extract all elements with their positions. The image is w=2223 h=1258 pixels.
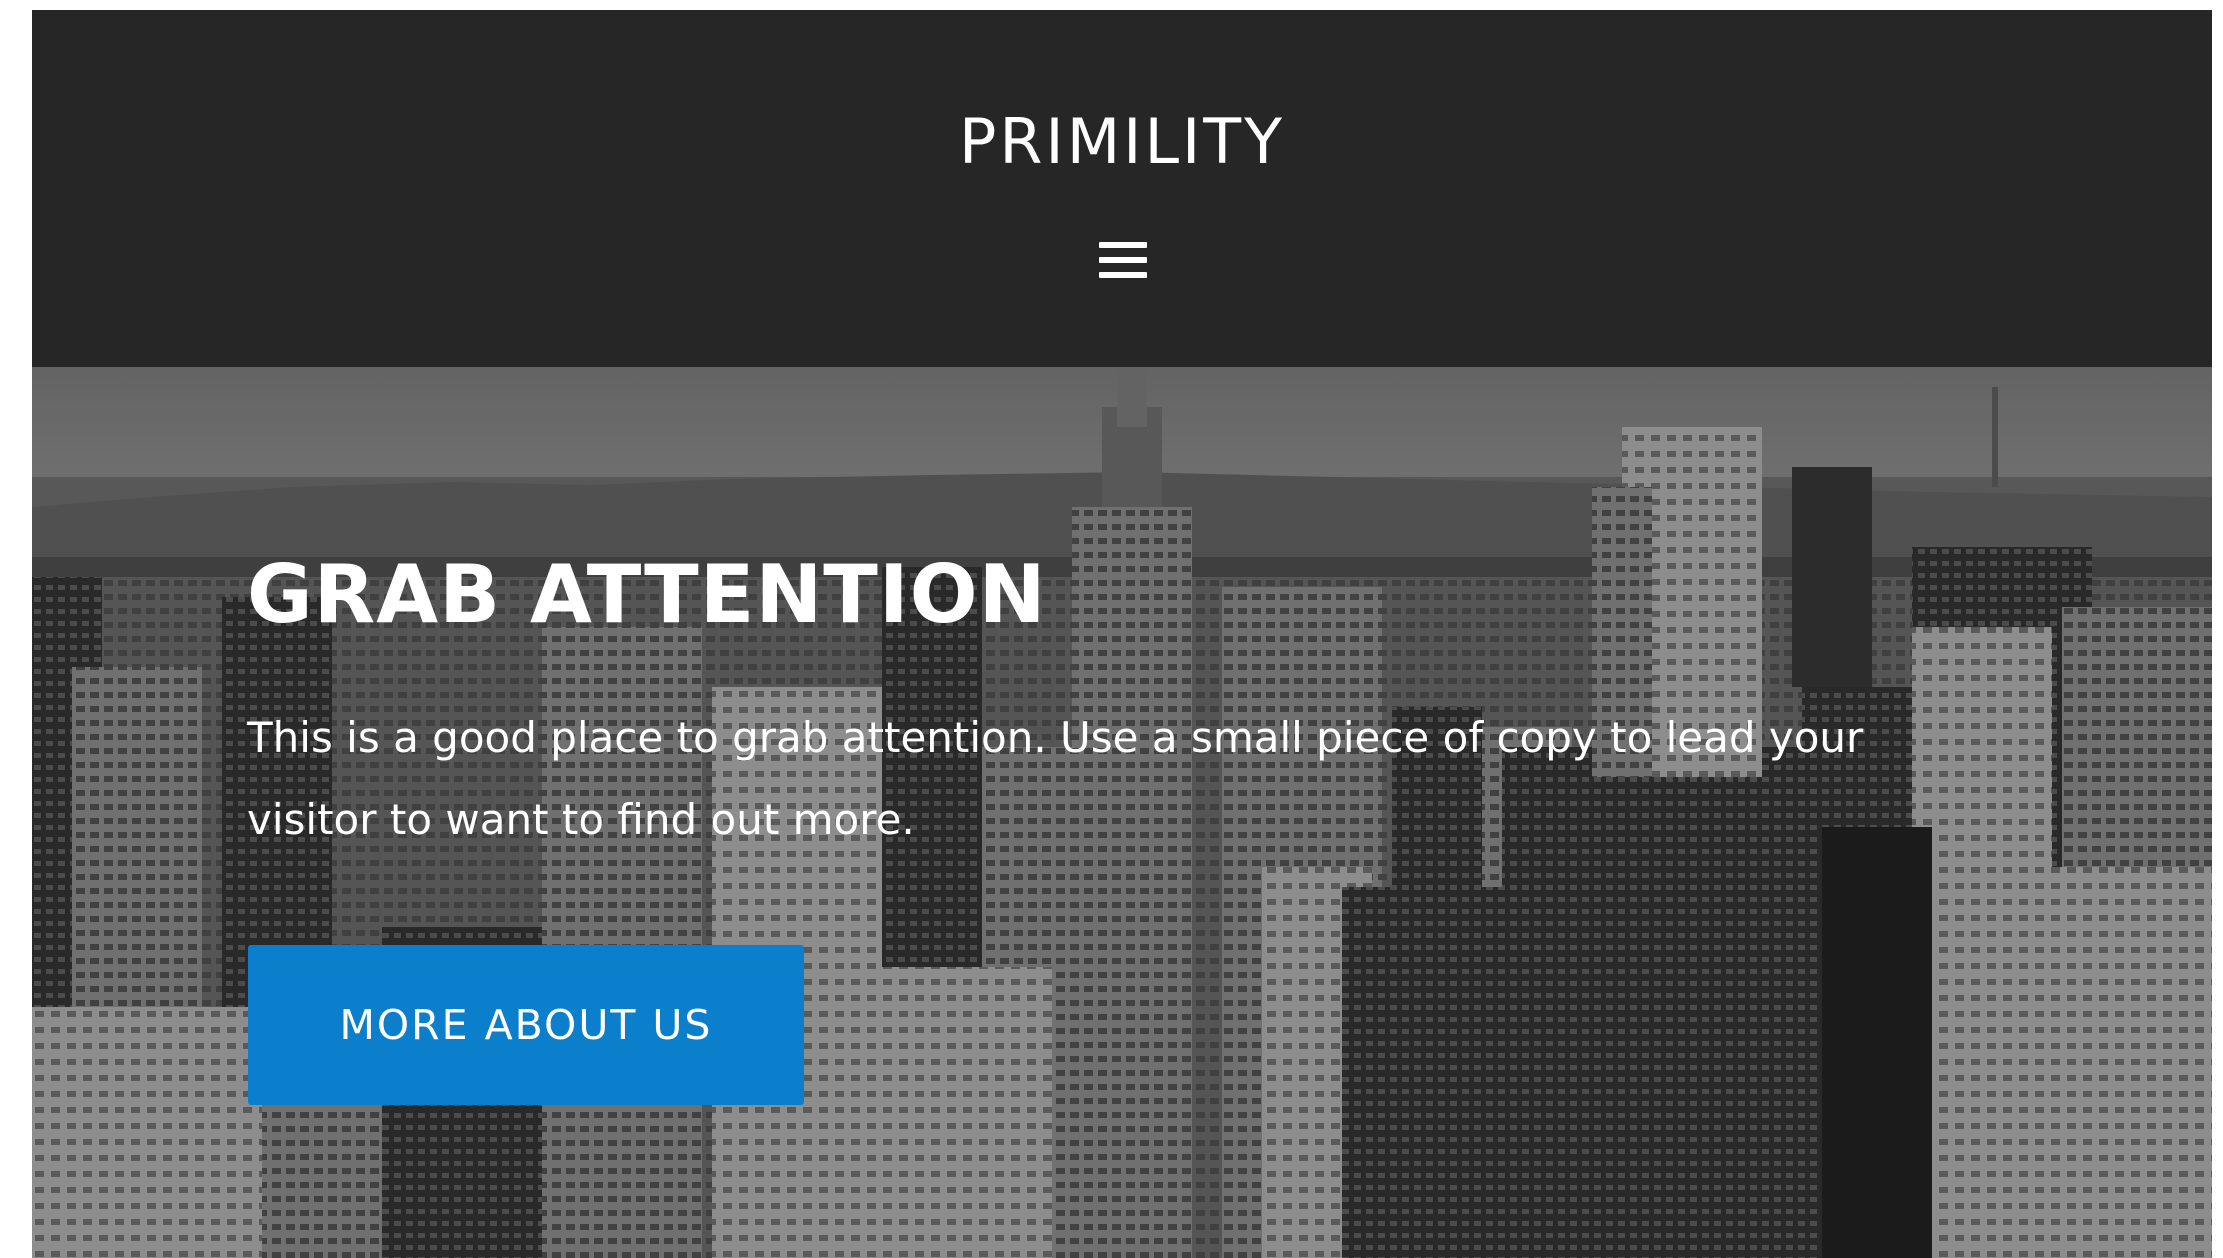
page-frame: PRIMILITY GRAB ATTENTION This is a good …	[32, 10, 2212, 1258]
site-title[interactable]: PRIMILITY	[32, 106, 2212, 178]
hero-copy: This is a good place to grab attention. …	[247, 713, 1864, 844]
hero-heading: GRAB ATTENTION	[247, 548, 1047, 641]
hero-section: GRAB ATTENTION This is a good place to g…	[32, 367, 2212, 1258]
site-header: PRIMILITY	[32, 10, 2212, 367]
hamburger-menu-icon[interactable]	[1097, 238, 1149, 282]
more-about-us-button[interactable]: MORE ABOUT US	[248, 945, 804, 1105]
